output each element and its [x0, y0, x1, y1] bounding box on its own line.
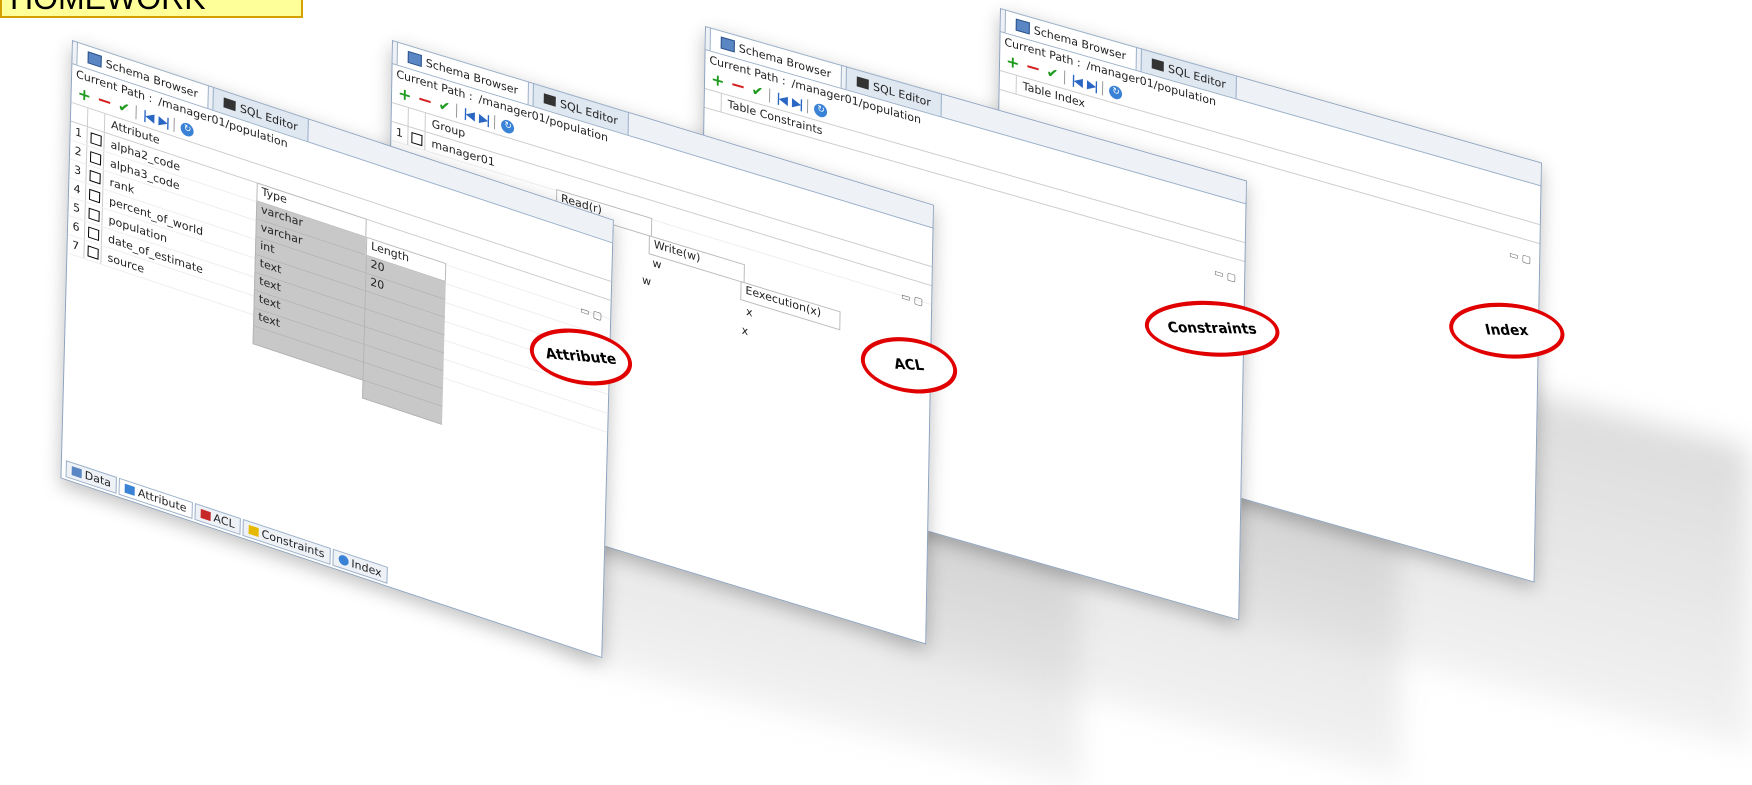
- checkbox-box: [88, 188, 100, 203]
- execution-column-header: Eexecution(x): [740, 281, 841, 331]
- apply-check-icon[interactable]: ✔: [438, 97, 450, 116]
- checkbox-box: [86, 244, 99, 260]
- window-minmax-icon[interactable]: ▭ ▢: [1509, 249, 1531, 266]
- add-row-icon[interactable]: +: [1006, 51, 1020, 74]
- delete-row-icon[interactable]: −: [1025, 55, 1040, 80]
- acl-tab-icon: [200, 508, 211, 521]
- bottom-tab-index[interactable]: Index: [332, 548, 388, 584]
- bottom-tab-attribute[interactable]: Attribute: [118, 477, 193, 519]
- row-checkbox[interactable]: [408, 127, 426, 151]
- refresh-icon[interactable]: ↻: [501, 117, 515, 135]
- delete-row-icon[interactable]: −: [417, 88, 432, 113]
- apply-check-icon[interactable]: ✔: [118, 98, 130, 118]
- bottom-tab-bar: Data Attribute ACL Constraints Index: [61, 456, 388, 586]
- first-record-icon[interactable]: |◀: [1071, 72, 1081, 89]
- add-row-icon[interactable]: +: [77, 83, 91, 106]
- write-cell-extra: w: [641, 273, 652, 289]
- attribute-tab-icon: [124, 483, 136, 496]
- bottom-tab-acl-label: ACL: [213, 510, 235, 531]
- refresh-icon[interactable]: ↻: [814, 101, 828, 119]
- schema-browser-icon: [87, 51, 102, 68]
- add-row-icon[interactable]: +: [711, 69, 725, 92]
- delete-row-icon[interactable]: −: [97, 88, 113, 114]
- checkbox-box: [87, 225, 99, 241]
- bottom-tab-data-label: Data: [84, 467, 112, 490]
- first-record-icon[interactable]: |◀: [463, 106, 473, 123]
- toolbar-separator: [1102, 81, 1104, 96]
- schema-browser-icon: [1015, 18, 1030, 35]
- last-record-icon[interactable]: ▶|: [792, 95, 802, 112]
- bottom-tab-data[interactable]: Data: [65, 459, 118, 494]
- row-number-header: [704, 88, 722, 112]
- refresh-icon[interactable]: ↻: [180, 120, 195, 138]
- schema-browser-icon: [407, 50, 422, 68]
- bottom-tab-constraints[interactable]: Constraints: [242, 518, 331, 565]
- last-record-icon[interactable]: ▶|: [479, 110, 489, 127]
- homework-banner: HOMEWORK: [0, 0, 303, 18]
- write-cell: w: [652, 256, 662, 272]
- toolbar-separator: [456, 103, 458, 118]
- index-tab-icon: [338, 553, 349, 567]
- execution-cell: x: [745, 304, 753, 320]
- sql-editor-icon: [223, 97, 237, 112]
- constraints-tab-icon: [248, 524, 259, 537]
- toolbar-separator: [769, 88, 771, 103]
- apply-check-icon[interactable]: ✔: [751, 82, 763, 101]
- row-number: 1: [391, 121, 409, 145]
- delete-row-icon[interactable]: −: [730, 73, 745, 98]
- toolbar-separator: [173, 117, 176, 133]
- data-tab-icon: [71, 465, 82, 478]
- first-record-icon[interactable]: |◀: [776, 90, 786, 107]
- last-record-icon[interactable]: ▶|: [1087, 77, 1097, 94]
- bottom-tab-constraints-label: Constraints: [261, 526, 325, 561]
- last-record-icon[interactable]: ▶|: [158, 113, 168, 130]
- toolbar-separator: [807, 99, 809, 114]
- window-minmax-icon[interactable]: ▭ ▢: [1214, 267, 1236, 284]
- schema-browser-icon: [720, 36, 735, 53]
- bottom-tab-index-label: Index: [351, 556, 382, 580]
- toolbar-separator: [1064, 70, 1066, 85]
- toolbar-separator: [494, 115, 496, 130]
- execution-cell-extra: x: [741, 323, 749, 339]
- checkbox-box: [87, 206, 100, 222]
- bottom-tab-acl[interactable]: ACL: [194, 502, 241, 535]
- checkbox-box: [410, 131, 423, 146]
- sql-editor-icon: [856, 76, 870, 90]
- apply-check-icon[interactable]: ✔: [1046, 64, 1058, 83]
- checkbox-box: [89, 150, 101, 165]
- toolbar-separator: [135, 105, 138, 120]
- checkbox-box: [89, 131, 102, 147]
- slide-stage: Schema Browser SQL Editor Current Path :…: [0, 0, 1752, 785]
- length-column: Length 20 20: [362, 236, 447, 425]
- checkbox-box: [88, 169, 101, 184]
- row-number-header: [999, 70, 1017, 94]
- sql-editor-icon: [1151, 58, 1165, 72]
- first-record-icon[interactable]: |◀: [143, 108, 153, 125]
- index-callout: Index: [1443, 301, 1571, 360]
- bottom-tab-attribute-label: Attribute: [137, 485, 187, 515]
- add-row-icon[interactable]: +: [398, 83, 412, 106]
- sql-editor-icon: [543, 93, 557, 107]
- refresh-icon[interactable]: ↻: [1109, 83, 1123, 101]
